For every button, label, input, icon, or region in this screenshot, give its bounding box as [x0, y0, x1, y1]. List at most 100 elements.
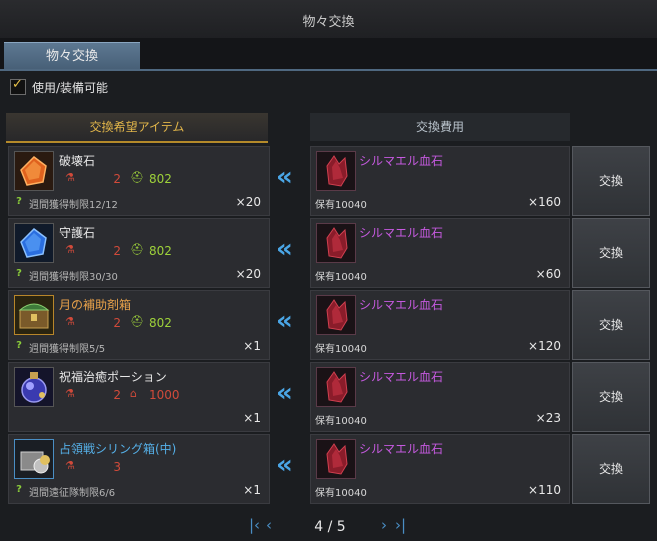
exchange-row: 月の補助剤箱 ⚗ 2 ⛑ 802 ? 週間獲得制限5/5 ×1 « シルマエル血… [8, 290, 650, 360]
item-quantity: ×1 [243, 483, 261, 497]
exchange-button[interactable]: 交換 [572, 434, 650, 504]
cost-panel: シルマエル血石 保有10040 ×120 [310, 290, 570, 360]
weekly-limit: 週間獲得制限5/5 [29, 344, 106, 355]
exchange-button[interactable]: 交換 [572, 218, 650, 288]
cost-quantity: ×120 [528, 339, 561, 353]
cost-panel: シルマエル血石 保有10040 ×110 [310, 434, 570, 504]
exchange-button[interactable]: 交換 [572, 362, 650, 432]
flask-icon: ⚗ [65, 171, 75, 184]
weekly-limit: 週間獲得制限12/12 [29, 200, 118, 211]
owned-count: 保有10040 [315, 200, 367, 211]
item-level: 2 [113, 172, 121, 186]
item-panel: 祝福治癒ポーション ⚗ 2 ⌂ 1000 ×1 [8, 362, 270, 432]
item-panel: 占領戦シリング箱(中) ⚗ 3 ? 週間遠征隊制限6/6 ×1 [8, 434, 270, 504]
cost-item-name: シルマエル血石 [359, 370, 444, 384]
header-wanted-item: 交換希望アイテム [6, 113, 268, 143]
weekly-limit: 週間獲得制限30/30 [29, 272, 118, 283]
usable-checkbox[interactable]: ✓ [10, 77, 26, 95]
double-left-arrow-icon: « [276, 306, 293, 336]
page-indicator: 4 / 5 [314, 519, 346, 535]
item-name: 祝福治癒ポーション [59, 370, 167, 384]
cost-item-name: シルマエル血石 [359, 298, 444, 312]
question-icon[interactable]: ? [13, 268, 25, 280]
question-icon[interactable]: ? [13, 340, 25, 352]
blood-stone-icon[interactable] [316, 223, 356, 263]
cost-quantity: ×110 [528, 483, 561, 497]
item-level: 2 [113, 244, 121, 258]
item-stat: 1000 [149, 388, 180, 402]
question-icon[interactable]: ? [13, 196, 25, 208]
first-page-icon[interactable]: |‹ [249, 516, 260, 534]
item-panel: 破壊石 ⚗ 2 ⛑ 802 ? 週間獲得制限12/12 ×20 [8, 146, 270, 216]
flask-icon: ⚗ [65, 459, 75, 472]
tab-underline [0, 69, 657, 71]
tab-barter[interactable]: 物々交換 [4, 42, 140, 71]
cost-panel: シルマエル血石 保有10040 ×23 [310, 362, 570, 432]
cost-quantity: ×60 [535, 267, 561, 281]
flask-icon: ⚗ [65, 315, 75, 328]
helmet-icon: ⛑ [130, 171, 144, 184]
pagination: |‹ ‹ 4 / 5 › ›| [0, 516, 657, 538]
cost-quantity: ×23 [535, 411, 561, 425]
item-name: 守護石 [59, 226, 96, 240]
blood-stone-icon[interactable] [316, 151, 356, 191]
owned-count: 保有10040 [315, 416, 367, 427]
item-panel: 月の補助剤箱 ⚗ 2 ⛑ 802 ? 週間獲得制限5/5 ×1 [8, 290, 270, 360]
owned-count: 保有10040 [315, 344, 367, 355]
exchange-row: 占領戦シリング箱(中) ⚗ 3 ? 週間遠征隊制限6/6 ×1 « シルマエル血… [8, 434, 650, 504]
helmet-icon: ⛑ [130, 315, 144, 328]
house-icon: ⌂ [130, 387, 137, 400]
window-title: 物々交換 [302, 15, 355, 30]
item-stat: 802 [149, 172, 172, 186]
checkmark-icon: ✓ [12, 77, 23, 92]
treasure-chest-icon[interactable] [14, 295, 54, 335]
item-level: 3 [113, 460, 121, 474]
flask-icon: ⚗ [65, 243, 75, 256]
item-level: 2 [113, 388, 121, 402]
double-left-arrow-icon: « [276, 162, 293, 192]
exchange-row: 破壊石 ⚗ 2 ⛑ 802 ? 週間獲得制限12/12 ×20 « シルマエル血… [8, 146, 650, 216]
cost-item-name: シルマエル血石 [359, 442, 444, 456]
guardian-stone-icon[interactable] [14, 223, 54, 263]
item-quantity: ×1 [243, 339, 261, 353]
window-titlebar: 物々交換 [0, 0, 657, 39]
item-name: 破壊石 [59, 154, 96, 168]
destruction-stone-icon[interactable] [14, 151, 54, 191]
cost-panel: シルマエル血石 保有10040 ×60 [310, 218, 570, 288]
next-page-icon[interactable]: › [381, 516, 387, 534]
exchange-row: 守護石 ⚗ 2 ⛑ 802 ? 週間獲得制限30/30 ×20 « シルマエル血… [8, 218, 650, 288]
exchange-row: 祝福治癒ポーション ⚗ 2 ⌂ 1000 ×1 « シルマエル血石 保有1004… [8, 362, 650, 432]
double-left-arrow-icon: « [276, 450, 293, 480]
weekly-limit: 週間遠征隊制限6/6 [29, 488, 116, 499]
question-icon[interactable]: ? [13, 484, 25, 496]
item-quantity: ×20 [235, 267, 261, 281]
owned-count: 保有10040 [315, 272, 367, 283]
item-stat: 802 [149, 244, 172, 258]
exchange-button[interactable]: 交換 [572, 146, 650, 216]
item-quantity: ×20 [235, 195, 261, 209]
usable-filter[interactable]: ✓ 使用/装備可能 [10, 77, 109, 96]
item-name: 占領戦シリング箱(中) [59, 442, 177, 456]
item-stat: 802 [149, 316, 172, 330]
cost-quantity: ×160 [528, 195, 561, 209]
potion-icon[interactable] [14, 367, 54, 407]
double-left-arrow-icon: « [276, 234, 293, 264]
cost-panel: シルマエル血石 保有10040 ×160 [310, 146, 570, 216]
blood-stone-icon[interactable] [316, 367, 356, 407]
cost-item-name: シルマエル血石 [359, 226, 444, 240]
item-name: 月の補助剤箱 [59, 298, 132, 312]
item-panel: 守護石 ⚗ 2 ⛑ 802 ? 週間獲得制限30/30 ×20 [8, 218, 270, 288]
blood-stone-icon[interactable] [316, 295, 356, 335]
header-exchange-cost: 交換費用 [310, 113, 570, 141]
prev-page-icon[interactable]: ‹ [266, 516, 272, 534]
flask-icon: ⚗ [65, 387, 75, 400]
last-page-icon[interactable]: ›| [395, 516, 406, 534]
helmet-icon: ⛑ [130, 243, 144, 256]
cost-item-name: シルマエル血石 [359, 154, 444, 168]
double-left-arrow-icon: « [276, 378, 293, 408]
item-quantity: ×1 [243, 411, 261, 425]
exchange-button[interactable]: 交換 [572, 290, 650, 360]
usable-filter-label: 使用/装備可能 [32, 80, 109, 95]
blood-stone-icon[interactable] [316, 439, 356, 479]
shilling-box-icon[interactable] [14, 439, 54, 479]
